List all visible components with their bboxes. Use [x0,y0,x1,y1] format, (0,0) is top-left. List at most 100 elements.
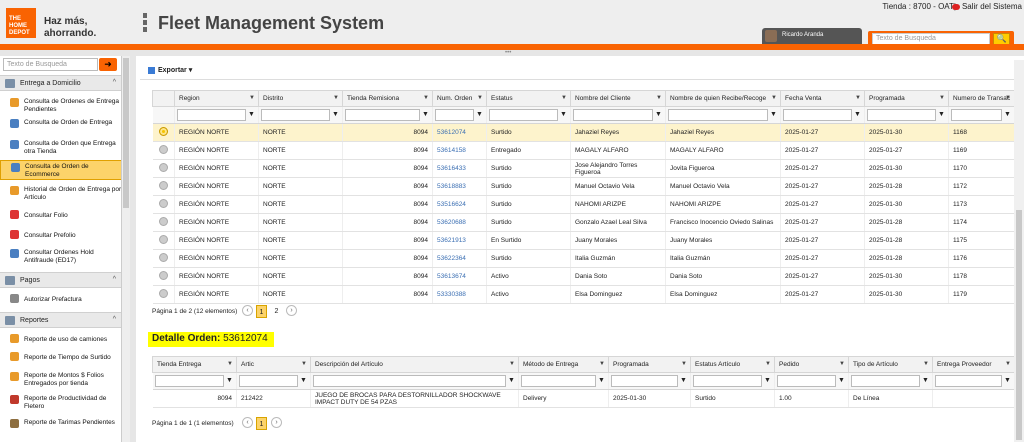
row-select-radio[interactable] [158,163,168,172]
column-filter[interactable]: ▼ [690,372,775,390]
table-row[interactable]: REGIÓN NORTE NORTE 8094 53621913 En Surtido J… [152,231,1015,250]
filter-icon[interactable]: ▼ [597,375,606,387]
filter-menu-icon[interactable]: ▼ [1005,95,1011,101]
next-page-button[interactable]: › [271,417,282,428]
next-page-button[interactable]: › [286,305,297,316]
column-filter[interactable]: ▼ [848,372,933,390]
column-header[interactable]: Nombre del Cliente ▼ [570,90,666,107]
sidebar-item[interactable]: Reporte de Tiempo de Surtido [0,350,121,366]
row-select-radio[interactable] [158,253,168,262]
filter-icon[interactable]: ▼ [559,109,568,121]
row-select-radio[interactable] [158,199,168,208]
table-cell[interactable]: 53614158 [432,141,487,160]
prev-page-button[interactable]: ‹ [242,417,253,428]
table-row[interactable]: REGIÓN NORTE NORTE 8094 53614158 Entregado MA… [152,141,1015,160]
filter-icon[interactable]: ▼ [507,375,516,387]
filter-menu-icon[interactable]: ▼ [333,95,339,101]
column-filter[interactable]: ▼ [258,106,343,124]
filter-icon[interactable]: ▼ [1003,109,1012,121]
sidebar-item[interactable]: Consultar Ordenes Hold Antifraude (ED17) [0,247,121,267]
filter-icon[interactable]: ▼ [421,109,430,121]
table-row[interactable]: REGIÓN NORTE NORTE 8094 53622364 Surtido Ital… [152,249,1015,268]
filter-icon[interactable]: ▼ [654,109,663,121]
filter-icon[interactable]: ▼ [937,109,946,121]
table-row[interactable]: 8094 212422 JUEGO DE BROCAS PARA DESTORNIL… [152,389,1015,408]
sidebar-item[interactable]: Consultar Folio [0,208,121,224]
filter-icon[interactable]: ▼ [837,375,846,387]
column-filter[interactable]: ▼ [608,372,691,390]
column-header[interactable]: Fecha Venta ▼ [780,90,865,107]
row-select-radio[interactable] [158,271,168,280]
column-header[interactable]: Estatus Artículo ▼ [690,356,775,373]
column-header[interactable]: Region ▼ [174,90,259,107]
filter-menu-icon[interactable]: ▼ [249,95,255,101]
sidebar-group-reportes[interactable]: Reportes ^ [0,312,121,328]
sidebar-item[interactable]: Consulta de Orden que Entrega otra Tiend… [0,138,121,158]
column-filter[interactable]: ▼ [570,106,666,124]
column-filter[interactable]: ▼ [236,372,311,390]
column-header[interactable]: Nombre de quien Recibe/Recoge ▼ [665,90,781,107]
column-filter[interactable]: ▼ [432,106,487,124]
column-header[interactable]: Num. Orden ▼ [432,90,487,107]
main-scrollbar[interactable] [1014,60,1024,442]
filter-icon[interactable]: ▼ [679,375,688,387]
column-filter[interactable]: ▼ [174,106,259,124]
user-badge[interactable]: Ricardo Aranda [762,28,862,44]
header-splitter[interactable]: ••• [0,50,1024,56]
table-cell[interactable]: 53621913 [432,231,487,250]
column-header[interactable]: Descripción del Artículo ▼ [310,356,519,373]
page-number[interactable]: 1 [256,305,267,318]
prev-page-button[interactable]: ‹ [242,305,253,316]
sidebar-item[interactable]: Consulta de Orden de Entrega [0,117,121,135]
row-select-radio[interactable] [158,127,168,136]
sidebar-search-input[interactable]: Texto de Busqueda [3,58,98,71]
sidebar-item[interactable]: Reporte de uso de camiones [0,332,121,348]
filter-icon[interactable]: ▼ [331,109,340,121]
filter-icon[interactable]: ▼ [921,375,930,387]
filter-menu-icon[interactable]: ▼ [561,95,567,101]
sidebar-item[interactable]: Consulta de Orden de Ecommerce [0,160,121,180]
column-header[interactable]: Entrega Proveedor ▼ [932,356,1015,373]
filter-menu-icon[interactable]: ▼ [227,361,233,367]
table-row[interactable]: REGIÓN NORTE NORTE 8094 53616433 Surtido Jose… [152,159,1015,178]
column-header[interactable]: Artic ▼ [236,356,311,373]
row-select-radio[interactable] [158,289,168,298]
column-filter[interactable]: ▼ [864,106,949,124]
row-select-radio[interactable] [158,235,168,244]
filter-menu-icon[interactable]: ▼ [656,95,662,101]
table-cell[interactable]: 53620688 [432,213,487,232]
table-row[interactable]: REGIÓN NORTE NORTE 8094 53612074 Surtido Jaha… [152,123,1015,142]
table-cell[interactable]: 53616433 [432,159,487,178]
filter-icon[interactable]: ▼ [853,109,862,121]
filter-icon[interactable]: ▼ [225,375,234,387]
export-button[interactable]: Exportar ▾ [148,66,192,74]
vertical-splitter[interactable] [130,56,136,442]
sidebar-item[interactable]: Historial de Orden de Entrega por Artícu… [0,184,121,204]
table-row[interactable]: REGIÓN NORTE NORTE 8094 53618883 Surtido Manu… [152,177,1015,196]
column-filter[interactable]: ▼ [342,106,433,124]
column-header[interactable]: Método de Entrega ▼ [518,356,609,373]
filter-menu-icon[interactable]: ▼ [939,95,945,101]
column-filter[interactable]: ▼ [948,106,1015,124]
filter-menu-icon[interactable]: ▼ [509,361,515,367]
filter-menu-icon[interactable]: ▼ [855,95,861,101]
column-filter[interactable]: ▼ [518,372,609,390]
column-header[interactable]: Distrito ▼ [258,90,343,107]
filter-menu-icon[interactable]: ▼ [771,95,777,101]
filter-icon[interactable]: ▼ [299,375,308,387]
filter-menu-icon[interactable]: ▼ [681,361,687,367]
column-filter[interactable]: ▼ [310,372,519,390]
table-cell[interactable]: 53516624 [432,195,487,214]
filter-menu-icon[interactable]: ▼ [765,361,771,367]
sidebar-group-pagos[interactable]: Pagos ^ [0,272,121,288]
column-header[interactable]: Programada ▼ [864,90,949,107]
column-filter[interactable]: ▼ [486,106,571,124]
row-select-radio[interactable] [158,217,168,226]
filter-icon[interactable]: ▼ [769,109,778,121]
filter-menu-icon[interactable]: ▼ [423,95,429,101]
column-filter[interactable]: ▼ [665,106,781,124]
sidebar-item[interactable]: Reporte de Productividad de Fletero [0,393,121,413]
filter-menu-icon[interactable]: ▼ [477,95,483,101]
column-header[interactable]: Programada ▼ [608,356,691,373]
row-select-radio[interactable] [158,145,168,154]
